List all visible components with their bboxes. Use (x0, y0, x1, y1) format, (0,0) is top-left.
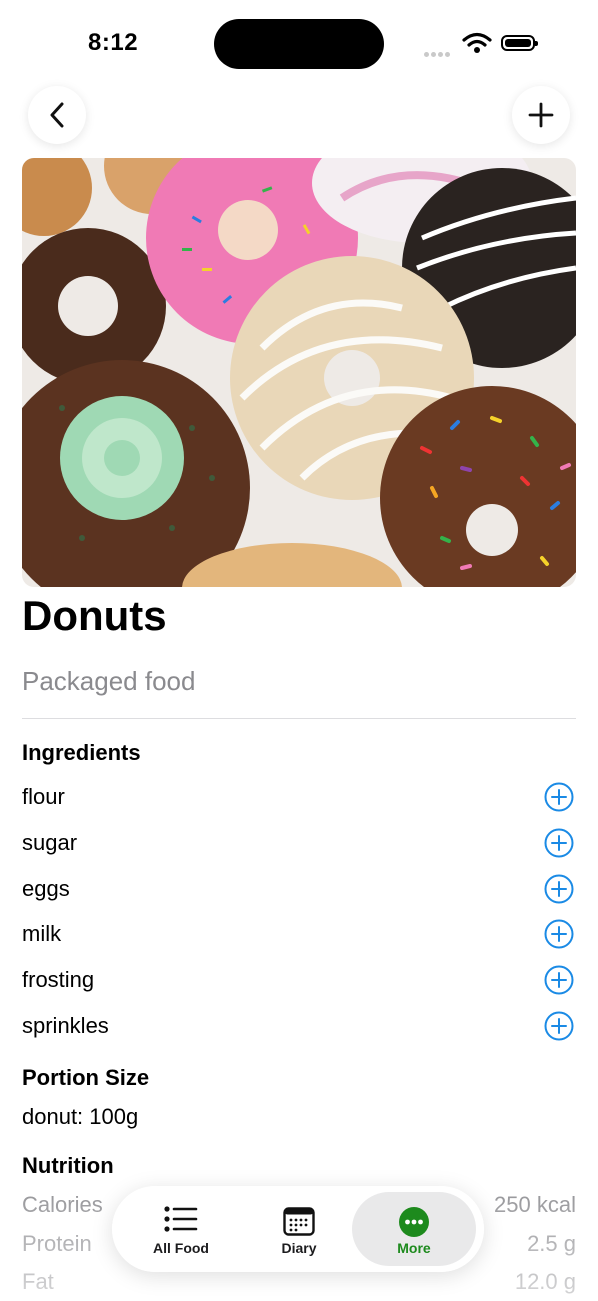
ellipsis-circle-icon (399, 1207, 429, 1237)
ingredient-row: frosting (22, 961, 576, 1001)
food-category: Packaged food (22, 666, 196, 696)
back-button[interactable] (28, 86, 86, 144)
food-photo (22, 158, 576, 587)
ingredient-row: sprinkles (22, 1007, 576, 1047)
tab-diary[interactable]: Diary (240, 1192, 358, 1266)
ingredient-name: sprinkles (22, 1013, 109, 1038)
nutrient-label: Protein (22, 1231, 92, 1256)
tab-label: All Food (153, 1240, 209, 1256)
ingredient-name: milk (22, 921, 62, 946)
nutrition-row: Fat 12.0 g (22, 1269, 576, 1301)
plus-circle-icon[interactable] (544, 828, 574, 858)
portion-heading: Portion Size (22, 1065, 150, 1090)
plus-circle-icon[interactable] (544, 919, 574, 949)
plus-circle-icon[interactable] (544, 965, 574, 995)
nutrient-value: 12.0 g (514, 1269, 576, 1294)
nutrition-heading: Nutrition (22, 1153, 114, 1178)
ingredient-row: eggs (22, 870, 576, 910)
ingredient-name: sugar (22, 830, 78, 855)
add-food-button[interactable] (512, 86, 570, 144)
plus-circle-icon[interactable] (544, 874, 574, 904)
list-icon (164, 1206, 198, 1232)
tab-label: Diary (281, 1240, 317, 1256)
plus-icon (528, 102, 554, 128)
tab-label: More (397, 1240, 431, 1256)
ingredient-row: sugar (22, 824, 576, 864)
food-title: Donuts (22, 592, 167, 639)
battery-icon (501, 35, 538, 51)
dynamic-island (214, 19, 384, 69)
tab-bar: All Food Diary More (112, 1186, 484, 1272)
ingredients-heading: Ingredients (22, 740, 141, 765)
tab-all-food[interactable]: All Food (122, 1192, 240, 1266)
nutrient-label: Fat (22, 1269, 54, 1294)
chevron-left-icon (50, 102, 64, 128)
nutrient-value: 250 kcal (494, 1192, 576, 1217)
ingredient-row: flour (22, 778, 576, 818)
wifi-icon (462, 32, 492, 59)
status-time: 8:12 (88, 29, 139, 56)
nutrient-value: 2.5 g (527, 1231, 576, 1256)
status-bar: 8:12 (0, 0, 598, 72)
divider (22, 718, 576, 719)
calendar-icon (283, 1207, 315, 1236)
tab-more[interactable]: More (352, 1192, 476, 1266)
nutrient-label: Calories (22, 1192, 103, 1217)
ingredient-name: frosting (22, 967, 95, 992)
ingredient-row: milk (22, 915, 576, 955)
ingredient-name: eggs (22, 876, 70, 901)
plus-circle-icon[interactable] (544, 782, 574, 812)
portion-value: donut: 100g (22, 1104, 139, 1129)
cellular-signal-icon (424, 44, 452, 62)
ingredient-name: flour (22, 784, 65, 809)
plus-circle-icon[interactable] (544, 1011, 574, 1041)
